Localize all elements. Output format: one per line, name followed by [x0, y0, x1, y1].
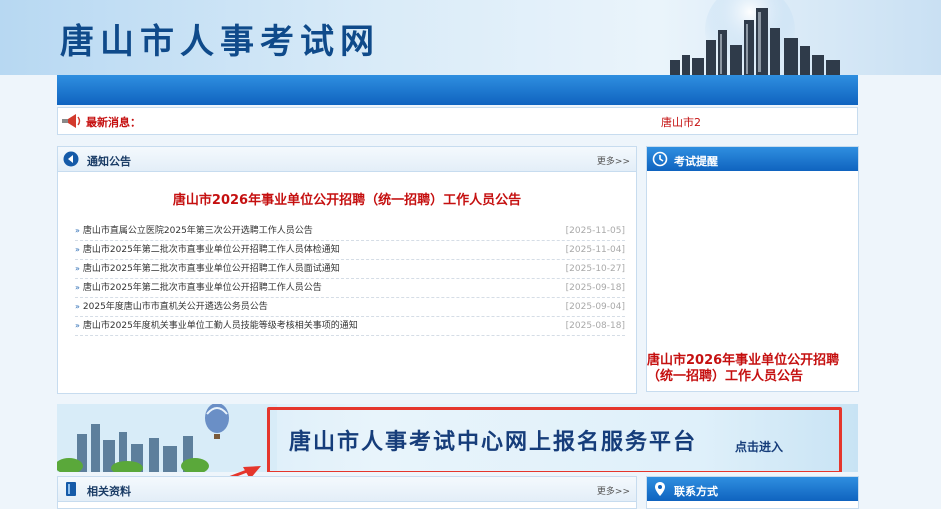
exam-reminder-title: 考试提醒: [674, 155, 718, 168]
double-arrow-icon: »: [75, 283, 80, 292]
book-icon: [66, 482, 76, 496]
latest-news-ticker[interactable]: 唐山市2: [661, 114, 701, 130]
contact-panel-header: 联系方式: [647, 477, 858, 501]
notice-more-link[interactable]: 更多>>: [597, 154, 630, 167]
site-header: 唐山市人事考试网: [0, 0, 941, 75]
chevron-left-circle-icon: [63, 151, 79, 167]
double-arrow-icon: »: [75, 321, 80, 330]
related-panel-title: 相关资料: [87, 485, 131, 498]
location-pin-icon: [655, 482, 665, 496]
main-nav-bar: [57, 75, 858, 105]
double-arrow-icon: »: [75, 226, 80, 235]
list-item[interactable]: » 唐山市2025年第二批次市直事业单位公开招聘工作人员面试通知 [2025-10-…: [75, 260, 625, 279]
notice-item-title[interactable]: 唐山市2025年第二批次市直事业单位公开招聘工作人员体检通知: [83, 245, 340, 255]
notice-item-title[interactable]: 唐山市直属公立医院2025年第三次公开选聘工作人员公告: [83, 226, 313, 236]
notice-item-title[interactable]: 唐山市2025年度机关事业单位工勤人员技能等级考核相关事项的通知: [83, 321, 358, 331]
notice-item-date: [2025-09-18]: [565, 283, 625, 293]
latest-news-label: 最新消息：: [86, 116, 141, 129]
list-item[interactable]: » 唐山市2025年度机关事业单位工勤人员技能等级考核相关事项的通知 [2025-0…: [75, 317, 625, 336]
notice-item-title[interactable]: 2025年度唐山市市直机关公开遴选公务员公告: [83, 302, 268, 312]
notice-item-date: [2025-10-27]: [565, 264, 625, 274]
list-item[interactable]: » 唐山市直属公立医院2025年第三次公开选聘工作人员公告 [2025-11-05]: [75, 222, 625, 241]
related-panel-header: 相关资料 更多>>: [58, 477, 636, 502]
registration-banner[interactable]: 唐山市人事考试中心网上报名服务平台 点击进入: [57, 404, 858, 472]
list-item[interactable]: » 唐山市2025年第二批次市直事业单位公开招聘工作人员体检通知 [2025-11-…: [75, 241, 625, 260]
latest-news-bar: 最新消息： 唐山市2: [57, 107, 858, 135]
related-materials-panel: 相关资料 更多>>: [57, 476, 637, 509]
notice-item-date: [2025-08-18]: [565, 321, 625, 331]
list-item[interactable]: » 2025年度唐山市市直机关公开遴选公务员公告 [2025-09-04]: [75, 298, 625, 317]
megaphone-icon: [62, 114, 81, 128]
double-arrow-icon: »: [75, 264, 80, 273]
contact-panel-title: 联系方式: [674, 485, 718, 498]
list-item[interactable]: » 唐山市2025年第二批次市直事业单位公开招聘工作人员公告 [2025-09-18…: [75, 279, 625, 298]
notice-panel-header: 通知公告 更多>>: [58, 147, 636, 172]
notice-item-date: [2025-11-05]: [565, 226, 625, 236]
exam-reminder-panel: 考试提醒 唐山市2026年事业单位公开招聘（统一招聘）工作人员公告: [646, 146, 859, 392]
related-more-link[interactable]: 更多>>: [597, 484, 630, 497]
banner-enter-link[interactable]: 点击进入: [735, 438, 783, 455]
notice-item-date: [2025-09-04]: [565, 302, 625, 312]
double-arrow-icon: »: [75, 245, 80, 254]
notice-item-date: [2025-11-04]: [565, 245, 625, 255]
contact-panel: 联系方式: [646, 476, 859, 509]
double-arrow-icon: »: [75, 302, 80, 311]
city-skyline-image: [670, 0, 840, 75]
banner-title[interactable]: 唐山市人事考试中心网上报名服务平台: [289, 424, 697, 456]
notice-panel-title: 通知公告: [87, 155, 131, 168]
site-title: 唐山市人事考试网: [60, 22, 380, 62]
notice-item-title[interactable]: 唐山市2025年第二批次市直事业单位公开招聘工作人员面试通知: [83, 264, 340, 274]
notice-panel: 通知公告 更多>> 唐山市2026年事业单位公开招聘（统一招聘）工作人员公告 »…: [57, 146, 637, 394]
city-balloon-illustration: [57, 404, 277, 472]
featured-notice-link[interactable]: 唐山市2026年事业单位公开招聘（统一招聘）工作人员公告: [58, 189, 636, 208]
notice-list: » 唐山市直属公立医院2025年第三次公开选聘工作人员公告 [2025-11-05]…: [75, 222, 625, 336]
notice-item-title[interactable]: 唐山市2025年第二批次市直事业单位公开招聘工作人员公告: [83, 283, 322, 293]
exam-reminder-header: 考试提醒: [647, 147, 858, 171]
clock-icon: [652, 151, 668, 167]
exam-reminder-scroll-text[interactable]: 唐山市2026年事业单位公开招聘（统一招聘）工作人员公告: [647, 353, 858, 385]
